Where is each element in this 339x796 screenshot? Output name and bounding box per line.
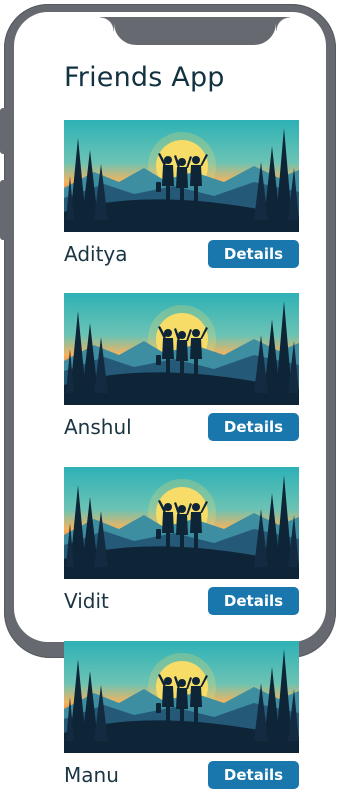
phone-notch — [100, 17, 290, 45]
details-button[interactable]: Details — [208, 761, 299, 789]
friend-name: Anshul — [64, 415, 132, 439]
friend-name: Vidit — [64, 589, 109, 613]
friend-card: Manu Details — [64, 641, 299, 796]
friend-card: Vidit Details — [64, 467, 299, 622]
friend-name: Manu — [64, 763, 119, 787]
friend-image — [64, 120, 299, 232]
friend-name: Aditya — [64, 242, 128, 266]
friend-image — [64, 293, 299, 405]
friend-card: Anshul Details — [64, 293, 299, 448]
details-button[interactable]: Details — [208, 240, 299, 268]
power-button — [0, 180, 8, 240]
details-button[interactable]: Details — [208, 587, 299, 615]
details-button[interactable]: Details — [208, 413, 299, 441]
friend-image — [64, 641, 299, 753]
friend-image — [64, 467, 299, 579]
volume-button — [0, 108, 8, 154]
page-title: Friends App — [64, 62, 225, 93]
friend-card: Aditya Details — [64, 120, 299, 275]
